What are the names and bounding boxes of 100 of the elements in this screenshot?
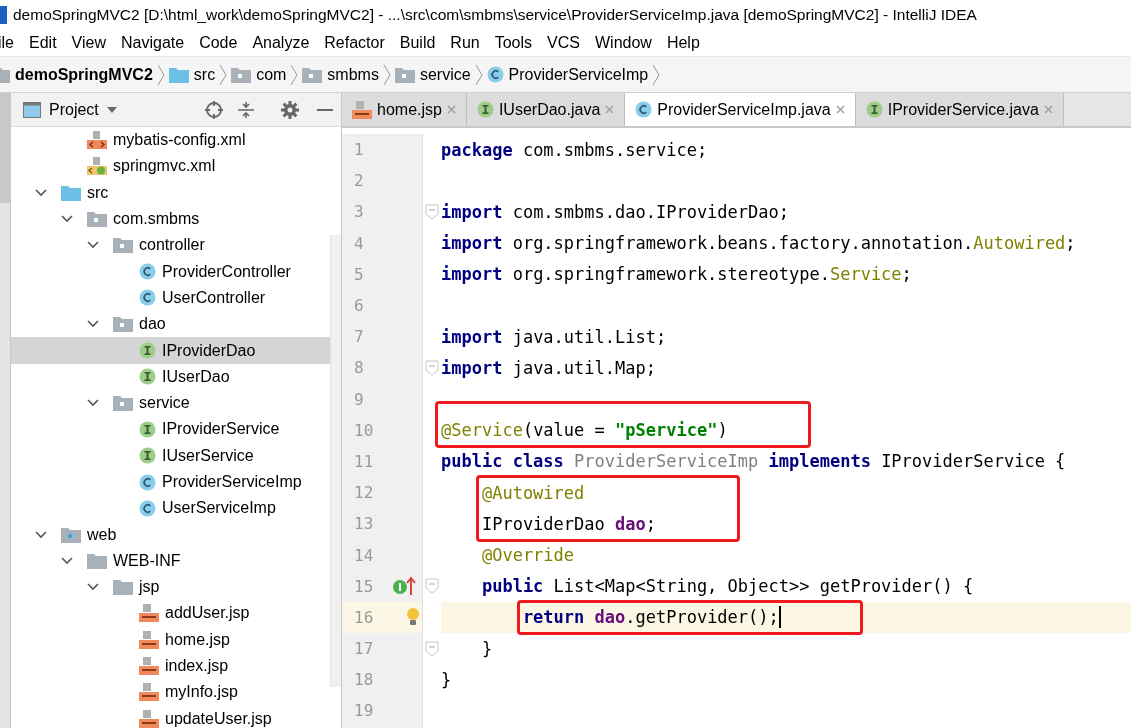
- line-number: 13: [354, 514, 375, 534]
- menu-item[interactable]: Navigate: [121, 34, 185, 52]
- target-icon[interactable]: [205, 100, 223, 119]
- app-icon: [0, 6, 7, 24]
- menu-item[interactable]: Refactor: [324, 34, 385, 52]
- settings-icon[interactable]: [281, 100, 299, 119]
- tree-row[interactable]: IUserDao: [11, 363, 330, 390]
- line-number: 16: [354, 607, 375, 627]
- tree-item-label: WEB-INF: [113, 551, 181, 570]
- menu-item[interactable]: Window: [595, 34, 652, 52]
- breadcrumb-item[interactable]: service: [394, 65, 471, 84]
- editor-tab[interactable]: ProviderServiceImp.java: [625, 93, 856, 126]
- line-number: 1: [354, 140, 365, 160]
- jsp-file-icon: [139, 657, 159, 676]
- chevron-down-icon[interactable]: [87, 399, 99, 408]
- window-title: demoSpringMVC2 [D:\html_work\demoSpringMVC2] - ...\src\com\smbms\service\ProviderServiceImp.java [demoSpringMVC2] - IntelliJ IDEA: [13, 6, 977, 24]
- menu-item[interactable]: Code: [199, 34, 238, 52]
- package-icon: [302, 66, 323, 83]
- tree-item-label: IProviderService: [162, 420, 280, 439]
- panel-title[interactable]: Project: [49, 100, 99, 119]
- menu-item[interactable]: View: [71, 34, 106, 52]
- tree-item-label: src: [87, 183, 109, 202]
- menu-item[interactable]: VCS: [547, 34, 580, 52]
- menu-item[interactable]: Build: [399, 34, 436, 52]
- tree-row[interactable]: WEB-INF: [11, 547, 330, 575]
- chevron-down-icon[interactable]: [87, 320, 99, 329]
- tree-row[interactable]: UserController: [11, 284, 330, 312]
- tree-row[interactable]: dao: [11, 311, 330, 338]
- class-icon: [486, 66, 504, 83]
- tree-row[interactable]: home.jsp: [11, 626, 330, 653]
- editor-tab[interactable]: IProviderService.java: [855, 93, 1064, 126]
- line-number: 8: [354, 358, 365, 378]
- fold-marker-icon[interactable]: [425, 203, 439, 220]
- tree-item-label: addUser.jsp: [165, 604, 250, 623]
- menu-item[interactable]: Edit: [29, 34, 57, 52]
- tree-item-label: IProviderDao: [162, 341, 256, 360]
- tree-item-label: updateUser.jsp: [165, 709, 272, 728]
- dropdown-caret-icon[interactable]: [106, 106, 117, 113]
- tree-item-label: com.smbms: [113, 210, 200, 229]
- lightbulb-icon[interactable]: [406, 607, 420, 628]
- fold-marker-icon[interactable]: [425, 359, 439, 376]
- tree-row[interactable]: mybatis-config.xml: [11, 127, 330, 154]
- chevron-down-icon[interactable]: [61, 215, 73, 224]
- chevron-down-icon[interactable]: [35, 530, 47, 539]
- close-icon[interactable]: [835, 105, 845, 114]
- menu-item[interactable]: Run: [450, 34, 480, 52]
- package-icon: [113, 316, 133, 333]
- line-number: 12: [354, 483, 375, 503]
- breadcrumb-separator-icon: [219, 63, 228, 86]
- tree-row[interactable]: index.jsp: [11, 652, 330, 680]
- implements-icon[interactable]: [392, 575, 418, 598]
- line-number: 10: [354, 420, 375, 440]
- chevron-down-icon[interactable]: [87, 583, 99, 592]
- tree-row[interactable]: controller: [11, 232, 330, 259]
- tree-row[interactable]: com.smbms: [11, 205, 330, 233]
- code-line: public List<Map<String, Object>> getProvider() {: [480, 576, 974, 597]
- line-number: 6: [354, 296, 365, 316]
- chevron-down-icon[interactable]: [61, 556, 73, 565]
- tree-row[interactable]: myInfo.jsp: [11, 679, 330, 706]
- interface-icon: [139, 420, 156, 438]
- tree-row[interactable]: UserServiceImp: [11, 495, 330, 522]
- tree-row[interactable]: updateUser.jsp: [11, 705, 330, 728]
- text-caret: [778, 606, 781, 629]
- tree-item-label: myInfo.jsp: [165, 683, 238, 702]
- line-number: 17: [354, 639, 375, 659]
- tree-row[interactable]: IUserService: [11, 442, 330, 469]
- chevron-down-icon[interactable]: [35, 188, 47, 197]
- code-line: import org.springframework.stereotype.Service;: [441, 264, 912, 285]
- jsp-file-icon: [139, 630, 159, 649]
- tree-row[interactable]: springmvc.xml: [11, 153, 330, 180]
- tree-row[interactable]: IProviderService: [11, 416, 330, 443]
- line-number: 19: [354, 701, 375, 721]
- folder-icon: [0, 66, 10, 83]
- tree-row[interactable]: service: [11, 389, 330, 417]
- breadcrumb-item[interactable]: smbms: [302, 65, 379, 84]
- menu-item[interactable]: Tools: [494, 34, 533, 52]
- fold-marker-icon[interactable]: [425, 640, 439, 657]
- line-number: 2: [354, 171, 365, 191]
- tree-row[interactable]: IProviderDao: [11, 337, 330, 364]
- tree-row[interactable]: ProviderController: [11, 258, 330, 285]
- tree-row[interactable]: addUser.jsp: [11, 600, 330, 627]
- tree-row[interactable]: web: [11, 521, 330, 548]
- code-line: IProviderDao dao;: [480, 513, 656, 534]
- fold-marker-icon[interactable]: [425, 578, 439, 595]
- breadcrumb-item[interactable]: src: [168, 65, 216, 84]
- tree-row[interactable]: jsp: [11, 574, 330, 601]
- breadcrumb-item[interactable]: com: [231, 65, 287, 84]
- scrollbar[interactable]: [330, 235, 341, 687]
- breadcrumb-separator-icon: [156, 63, 165, 86]
- collapse-icon[interactable]: [237, 100, 255, 119]
- tree-row[interactable]: src: [11, 179, 330, 206]
- menu-item[interactable]: Help: [666, 34, 700, 52]
- editor-tab[interactable]: home.jsp: [342, 93, 467, 126]
- tree-item-label: IUserService: [162, 446, 254, 465]
- tree-row[interactable]: ProviderServiceImp: [11, 468, 330, 496]
- editor-tab[interactable]: IUserDao.java: [466, 93, 626, 126]
- tree-item-label: mybatis-config.xml: [113, 131, 246, 150]
- window-icon: [23, 101, 41, 118]
- menu-item[interactable]: Analyze: [252, 34, 310, 52]
- chevron-down-icon[interactable]: [87, 241, 99, 250]
